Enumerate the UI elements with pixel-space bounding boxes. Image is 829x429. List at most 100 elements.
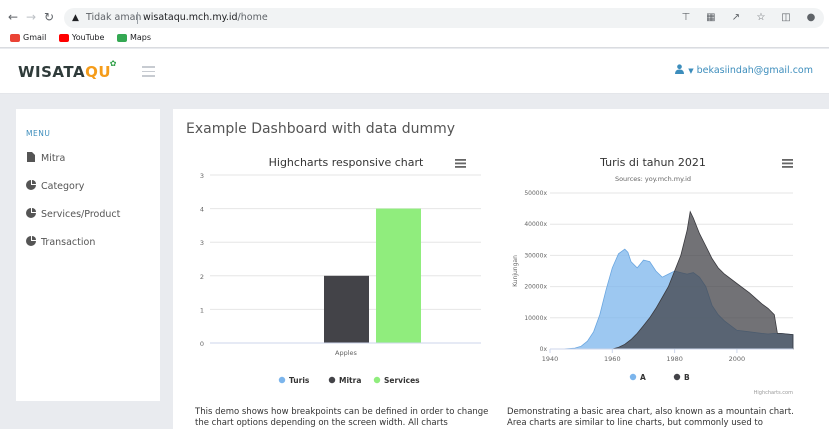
bar-services[interactable] [376, 208, 421, 343]
sidebar-toggle-button[interactable] [142, 66, 155, 77]
translate-icon[interactable]: ▦ [704, 8, 718, 28]
user-email: bekasiindah@gmail.com [696, 65, 813, 76]
menu-line [782, 159, 793, 161]
legend-label: Services [384, 376, 420, 385]
star-icon[interactable]: ☆ [754, 8, 768, 28]
key-icon[interactable]: ⊤ [679, 8, 693, 28]
y-tick-label: 40000x [524, 221, 547, 228]
chart-title: Turis di tahun 2021 [599, 156, 706, 169]
sidepanel-icon[interactable]: ◫ [779, 8, 793, 28]
y-tick-label: 10000x [524, 315, 547, 322]
maps-icon [116, 34, 127, 42]
x-tick-label: 1980 [666, 355, 683, 363]
caret-down-icon: ▼ [688, 67, 694, 75]
legend-marker [328, 376, 336, 384]
gmail-icon [10, 34, 20, 42]
chart-subtitle: Sources: yoy.mch.my.id [615, 175, 691, 183]
user-menu[interactable]: ▼ bekasiindah@gmail.com [675, 64, 813, 78]
bookmark-label: YouTube [71, 33, 105, 42]
file-icon [27, 152, 35, 162]
legend-label: Turis [289, 376, 310, 385]
menu-line [782, 166, 793, 168]
reload-icon[interactable]: ↻ [42, 9, 56, 25]
y-tick-label: 0 [200, 340, 204, 348]
share-icon[interactable]: ↗ [729, 8, 743, 28]
sidebar-item-label: Mitra [41, 153, 66, 164]
pie-chart-icon [26, 236, 36, 246]
leaf-icon: ✿ [109, 59, 117, 68]
page-title: Example Dashboard with data dummy [186, 121, 456, 137]
logo[interactable]: WISATAQU ✿ [18, 59, 116, 81]
profile-icon[interactable]: ● [804, 8, 818, 28]
forward-arrow-icon[interactable]: → [24, 9, 38, 25]
app-header: WISATAQU ✿ ▼ bekasiindah@gmail.com [0, 49, 829, 94]
y-axis-title: Kunjungan [512, 255, 519, 287]
chart-description-right: Demonstrating a basic area chart, also k… [507, 407, 794, 428]
area-chart: Turis di tahun 2021 Sources: yoy.mch.my.i… [503, 153, 798, 399]
legend-marker [673, 373, 681, 381]
sidebar-item-transaction[interactable]: Transaction [26, 236, 95, 250]
logo-main: WISATA [18, 63, 86, 81]
y-tick-label: 50000x [524, 190, 547, 197]
youtube-icon [58, 34, 69, 42]
bookmark-label: Gmail [23, 33, 47, 42]
sidebar-item-category[interactable]: Category [26, 180, 84, 194]
legend-item-mitra[interactable]: Mitra [328, 376, 362, 385]
url-text[interactable]: wisataqu.mch.my.id/home [143, 8, 268, 28]
menu-line [782, 162, 793, 165]
legend-item-b[interactable]: B [673, 373, 690, 382]
bar-chart: Highcharts responsive chart 0 1 2 3 4 3 Apples T… [186, 153, 486, 393]
sidebar-item-label: Category [41, 181, 85, 192]
legend-label: A [640, 373, 646, 382]
pie-chart-icon [26, 180, 36, 190]
legend-marker [629, 373, 637, 381]
back-arrow-icon[interactable]: ← [6, 9, 20, 25]
menu-line [455, 166, 466, 168]
bookmark-youtube[interactable]: YouTube [58, 32, 105, 44]
chart-title: Highcharts responsive chart [269, 156, 424, 169]
bookmark-maps[interactable]: Maps [116, 32, 152, 44]
chart-menu-icon[interactable] [782, 159, 793, 168]
bookmark-gmail[interactable]: Gmail [10, 32, 46, 44]
security-label[interactable]: Tidak aman [86, 8, 141, 28]
x-tick-label: 1940 [542, 355, 559, 363]
y-tick-label: 30000x [524, 252, 547, 259]
bar-mitra[interactable] [324, 275, 369, 343]
y-tick-label: 2 [200, 273, 204, 281]
address-row: ← → ↻ ▲ Tidak aman wisataqu.mch.my.id/ho… [0, 6, 829, 30]
sidebar-item-services-product[interactable]: Services/Product [26, 208, 120, 222]
y-tick-label: 1 [200, 306, 204, 314]
y-tick-label: 3 [200, 172, 204, 180]
address-bar[interactable]: ▲ Tidak aman wisataqu.mch.my.id/home ⊤ ▦… [64, 8, 824, 28]
y-tick-label: 3 [200, 239, 204, 247]
chart-menu-icon[interactable] [455, 159, 466, 168]
legend-marker [278, 376, 286, 384]
bookmarks-bar: Gmail YouTube Maps [10, 32, 161, 46]
chart-description-left: This demo shows how breakpoints can be d… [195, 407, 489, 428]
legend-item-a[interactable]: A [629, 373, 646, 382]
x-tick-label: Apples [335, 349, 358, 357]
area-series-b[interactable] [550, 210, 794, 350]
y-tick-label: 4 [200, 206, 204, 214]
y-tick-label: 0x [540, 346, 548, 353]
legend-label: B [684, 373, 690, 382]
omnibox-icons: ⊤ ▦ ↗ ☆ ◫ ● [671, 8, 818, 28]
sidebar: MENU Mitra Category Services/Product Tra… [16, 109, 160, 401]
sidebar-item-mitra[interactable]: Mitra [26, 152, 65, 166]
sidebar-item-label: Services/Product [41, 209, 121, 220]
main-panel: Example Dashboard with data dummy Highch… [173, 109, 829, 429]
legend-item-turis[interactable]: Turis [278, 376, 310, 385]
menu-line [455, 159, 466, 161]
area-chart-svg: Turis di tahun 2021 Sources: yoy.mch.my.i… [512, 156, 794, 396]
legend-marker [373, 376, 381, 384]
x-tick-label: 1960 [604, 355, 621, 363]
url-path: /home [237, 12, 268, 23]
y-tick-label: 20000x [524, 284, 547, 291]
menu-line [455, 162, 466, 165]
menu-title: MENU [26, 129, 51, 138]
legend-item-services[interactable]: Services [373, 376, 420, 385]
bar-chart-svg: Highcharts responsive chart 0 1 2 3 4 3 Apples T… [200, 156, 481, 385]
bookmark-label: Maps [129, 33, 152, 42]
warning-icon[interactable]: ▲ [72, 8, 79, 28]
address-separator [137, 12, 138, 24]
